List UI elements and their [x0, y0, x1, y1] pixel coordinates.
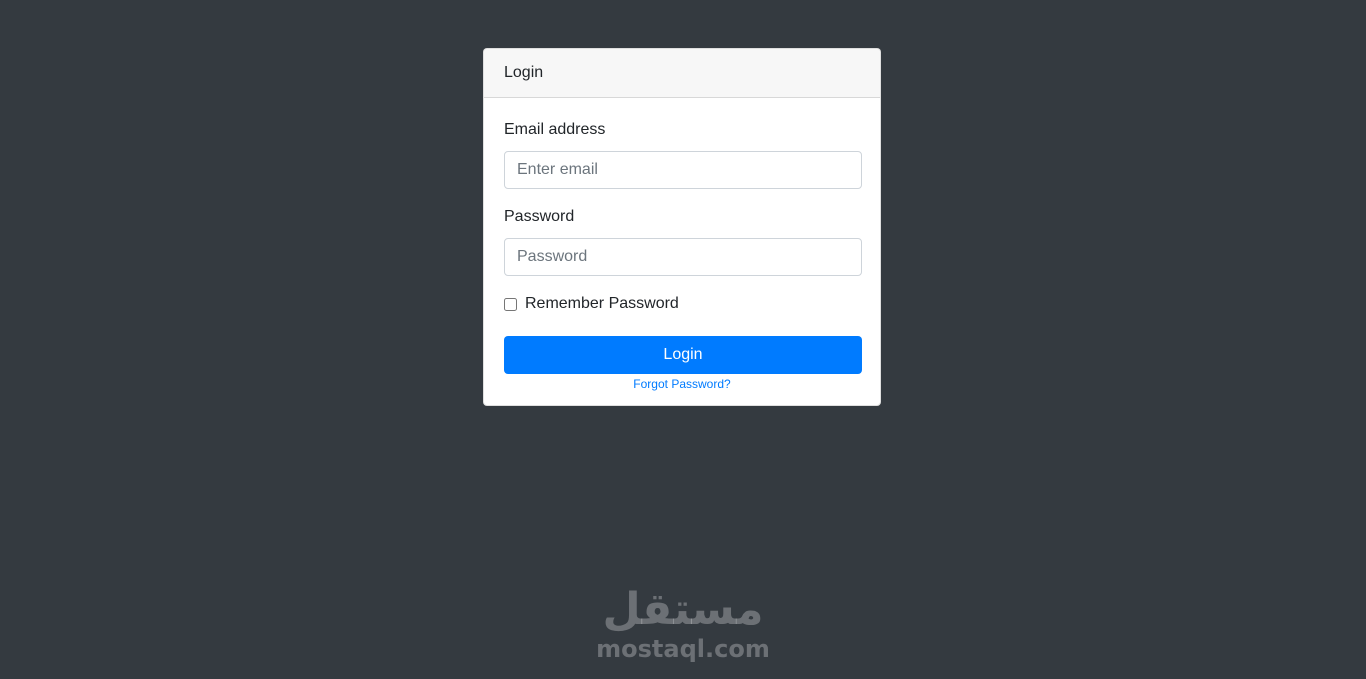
login-button[interactable]: Login	[504, 336, 862, 374]
login-card: Login Email address Password Remember Pa…	[483, 48, 881, 406]
password-input[interactable]	[504, 238, 862, 276]
password-label: Password	[504, 208, 575, 225]
remember-row: Remember Password	[504, 292, 860, 316]
watermark-logo: مستقل	[602, 584, 764, 635]
watermark-domain: mostaql.com	[596, 635, 770, 663]
mostaql-watermark: مستقل mostaql.com	[583, 584, 783, 664]
login-form: Email address Password Remember Password…	[484, 98, 880, 391]
password-group: Password	[504, 205, 862, 276]
email-input[interactable]	[504, 151, 862, 189]
email-group: Email address	[504, 118, 862, 189]
remember-checkbox[interactable]	[504, 297, 517, 311]
card-header-title: Login	[484, 49, 880, 98]
email-label: Email address	[504, 121, 606, 138]
forgot-password-link[interactable]: Forgot Password?	[504, 377, 860, 391]
remember-label[interactable]: Remember Password	[525, 295, 679, 313]
